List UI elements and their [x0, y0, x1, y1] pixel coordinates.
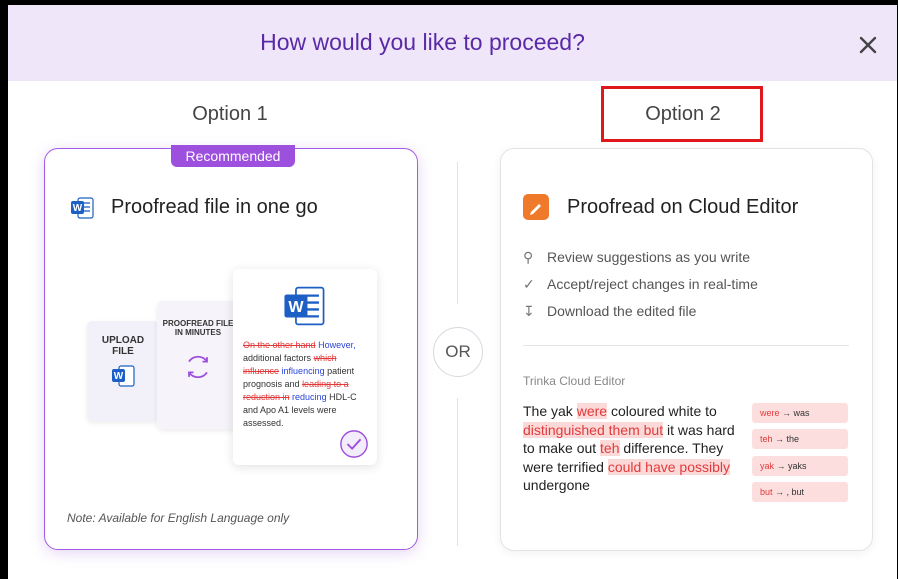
proofread-illustration: UPLOAD FILE W PROOFREAD FILE IN MINUTES	[75, 259, 405, 479]
dialog-header: How would you like to proceed?	[8, 5, 897, 81]
highlight-2: distinguished them but	[523, 421, 664, 438]
word-icon: W	[112, 365, 135, 387]
review-icon: ⚲	[523, 249, 534, 265]
refresh-cycle-icon	[188, 355, 208, 379]
word-icon: W	[71, 197, 94, 219]
close-icon	[859, 36, 877, 54]
option-2-card[interactable]: Proofread on Cloud Editor ⚲ Review sugges…	[500, 148, 873, 551]
option-1-label: Option 1	[192, 103, 268, 125]
proofread-document-card: W On the other hand However, additional …	[233, 269, 377, 465]
strike-1: On the other hand	[243, 340, 316, 350]
option-1-card[interactable]: Recommended W Proofread file in one go U…	[44, 145, 418, 550]
dialog-title: How would you like to proceed?	[260, 29, 585, 55]
insert-2: influencing	[281, 366, 325, 376]
availability-note: Note: Available for English Language onl…	[67, 511, 290, 525]
highlight-4: could have possibly	[607, 458, 730, 475]
plain-1: additional factors	[243, 353, 312, 363]
close-button[interactable]	[854, 31, 882, 59]
suggestion-from: teh	[760, 434, 773, 444]
option-2-title: Proofread on Cloud Editor	[567, 196, 799, 218]
editor-label: Trinka Cloud Editor	[523, 374, 626, 388]
suggestion-chip: were → was	[752, 403, 848, 423]
feature-accept-reject-text: Accept/reject changes in real-time	[547, 276, 758, 292]
suggestion-chip: teh → the	[752, 429, 848, 449]
suggestion-to: , but	[786, 487, 805, 497]
suggestion-to: was	[793, 408, 810, 418]
or-separator: OR	[433, 327, 483, 377]
check-circle-icon: ✓	[523, 276, 535, 292]
download-icon: ↧	[523, 303, 535, 319]
feature-review-text: Review suggestions as you write	[547, 249, 751, 265]
check-circle-icon	[340, 430, 368, 458]
feature-accept-reject: ✓ Accept/reject changes in real-time	[523, 276, 758, 293]
feature-download-text: Download the edited file	[547, 303, 697, 319]
proofread-label-line1: PROOFREAD FILE	[162, 319, 234, 328]
text-part-2: coloured white to	[610, 403, 717, 419]
recommended-badge: Recommended	[171, 145, 295, 167]
editor-sample-text: The yak were coloured white to distingui…	[523, 402, 741, 495]
divider-line-bottom	[457, 398, 458, 546]
feature-download: ↧ Download the edited file	[523, 303, 696, 320]
suggestion-chip: but → , but	[752, 482, 848, 502]
svg-text:W: W	[73, 203, 83, 214]
suggestion-from: yak	[760, 461, 775, 471]
suggestion-chip: yak → yaks	[752, 456, 848, 476]
divider-line-top	[457, 162, 458, 304]
insert-1: However,	[318, 340, 356, 350]
cloud-editor-icon	[523, 194, 549, 220]
upload-file-card: UPLOAD FILE W	[87, 321, 159, 421]
highlight-3: teh	[600, 440, 620, 456]
svg-text:W: W	[114, 371, 124, 382]
upload-label-line1: UPLOAD	[101, 335, 145, 346]
proofread-label-line2: IN MINUTES	[174, 328, 222, 337]
svg-text:W: W	[288, 298, 304, 316]
upload-label-line2: FILE	[112, 346, 134, 357]
text-part-5: undergone	[523, 477, 590, 493]
option-2-highlight-box	[601, 86, 763, 142]
section-separator	[523, 345, 849, 346]
highlight-1: were	[576, 403, 608, 419]
proceed-dialog: How would you like to proceed? Option 1 …	[8, 5, 897, 579]
word-icon: W	[284, 286, 325, 326]
suggestion-to: yaks	[788, 461, 807, 471]
suggestion-from: were	[760, 408, 780, 418]
suggestion-from: but	[760, 487, 773, 497]
insert-3: reducing	[292, 392, 327, 402]
text-part-1: The yak	[523, 403, 573, 419]
proofread-minutes-card: PROOFREAD FILE IN MINUTES	[157, 301, 239, 429]
suggestion-to: the	[786, 434, 800, 444]
feature-review: ⚲ Review suggestions as you write	[523, 249, 750, 266]
option-1-title: Proofread file in one go	[111, 196, 318, 218]
sample-edited-text: On the other hand However, additional fa…	[243, 339, 371, 430]
